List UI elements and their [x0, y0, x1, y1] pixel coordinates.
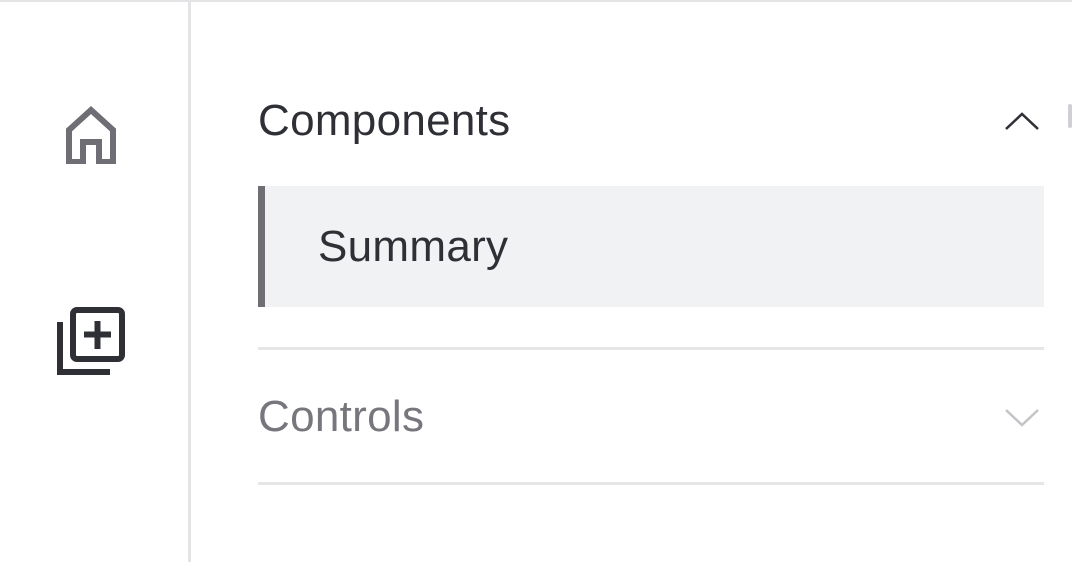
rail-divider: [188, 0, 191, 562]
home-button[interactable]: [51, 94, 131, 174]
library-add-icon: [56, 306, 126, 381]
library-add-button[interactable]: [51, 303, 131, 383]
section-title: Components: [258, 96, 511, 145]
scroll-indicator: [1068, 104, 1072, 128]
chevron-down-icon: [1002, 402, 1042, 432]
divider: [258, 347, 1044, 350]
section-header-components[interactable]: Components: [258, 86, 1044, 156]
nav-item-label: Summary: [318, 221, 509, 271]
navigation-rail: [0, 0, 188, 562]
chevron-up-icon: [1002, 106, 1042, 136]
section-title: Controls: [258, 392, 425, 441]
home-icon: [61, 100, 121, 169]
navigation-panel: Components Summary Controls: [258, 0, 1044, 562]
section-header-controls[interactable]: Controls: [258, 382, 1044, 452]
nav-item-summary[interactable]: Summary: [258, 186, 1044, 307]
divider: [258, 482, 1044, 485]
